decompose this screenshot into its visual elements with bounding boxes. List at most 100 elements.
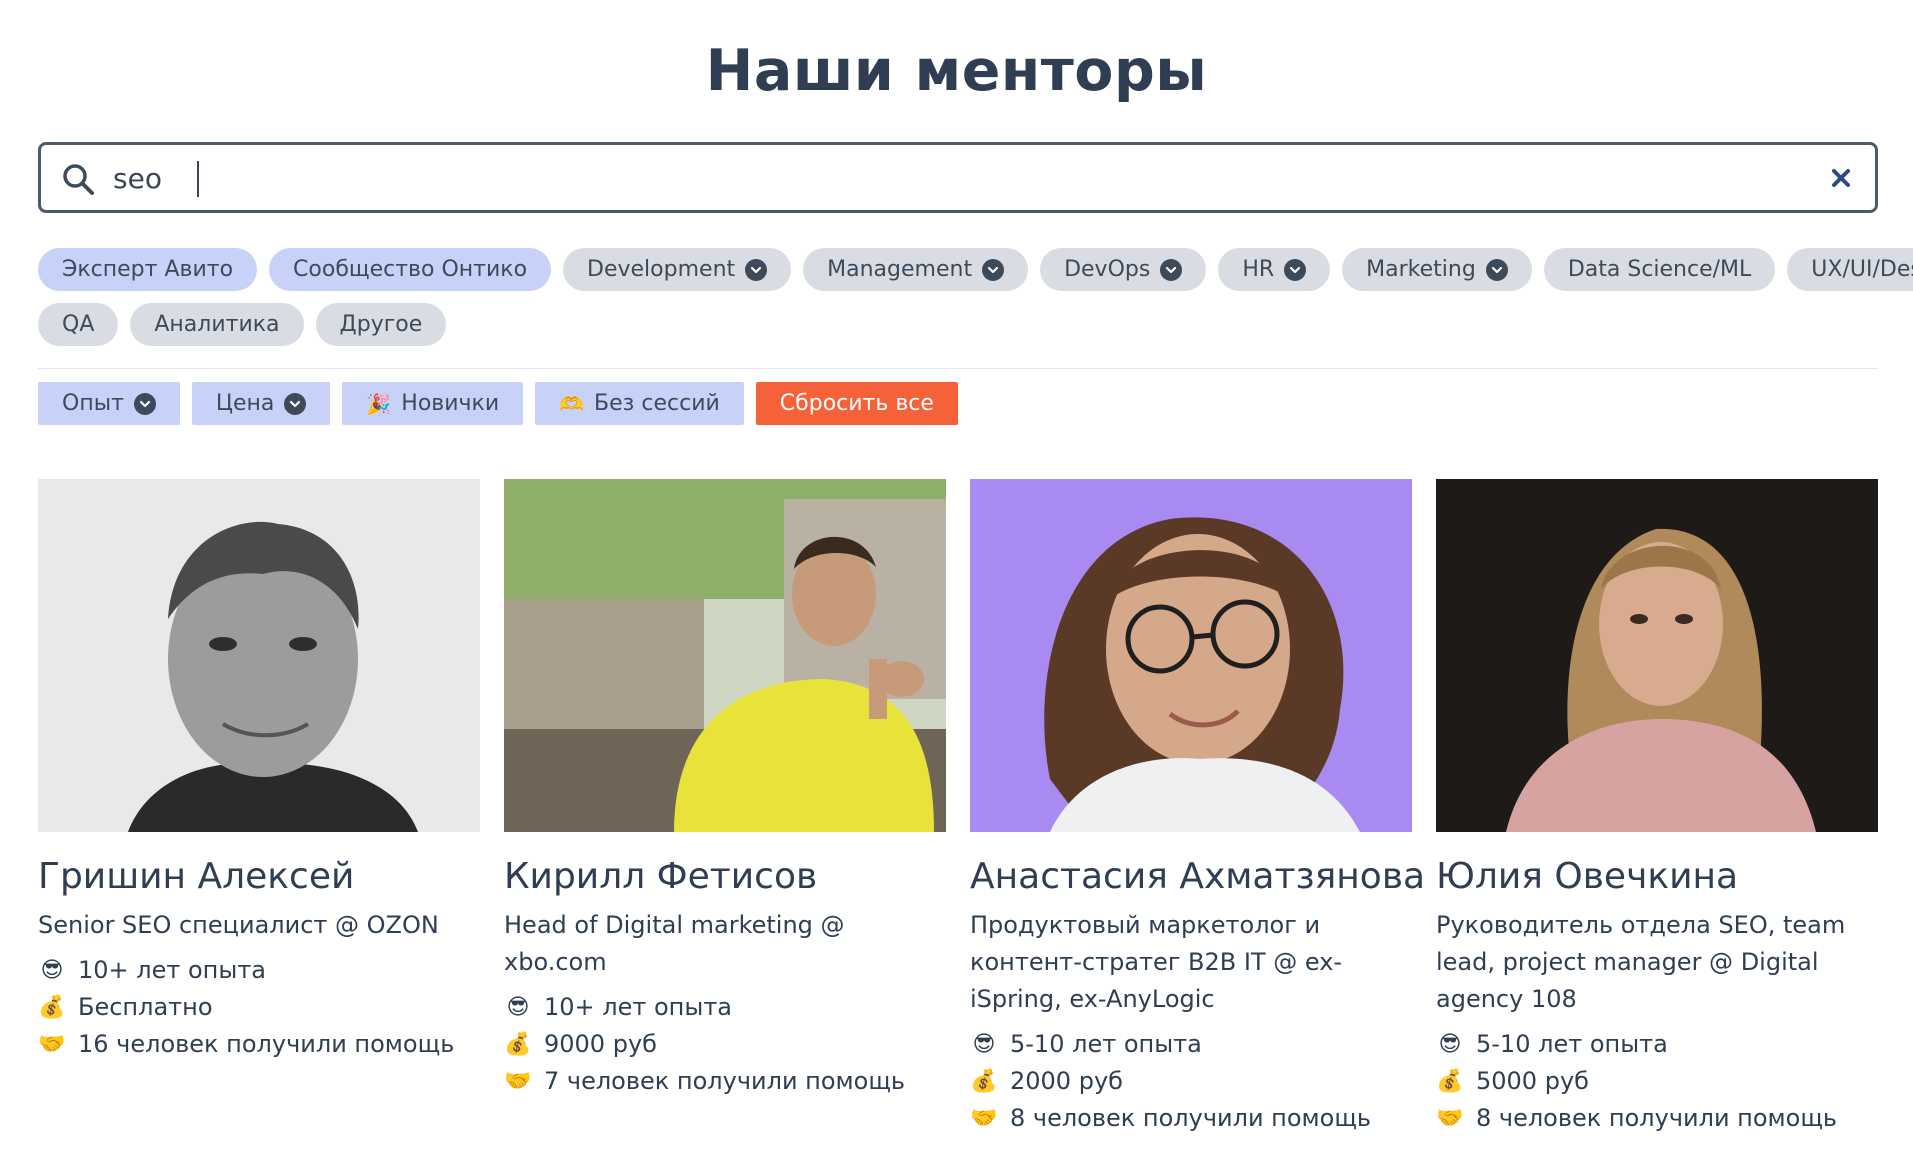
experience-stat: 😎 5-10 лет опыта <box>970 1026 1412 1063</box>
mentor-name[interactable]: Анастасия Ахматзянова <box>970 856 1425 897</box>
cool-face-icon: 😎 <box>506 995 530 1020</box>
handshake-icon: 🤝 <box>504 1069 532 1094</box>
category-tag-label: UX/UI/Design <box>1811 257 1913 282</box>
page-title: Наши менторы <box>705 38 1208 104</box>
category-tag-label: Аналитика <box>154 312 280 337</box>
helped-value: 8 человек получили помощь <box>1010 1104 1372 1132</box>
experience-value: 10+ лет опыта <box>544 993 733 1021</box>
mentor-role: Продуктовый маркетолог и контент-стратег… <box>970 911 1343 1013</box>
price-value: 9000 руб <box>544 1030 657 1058</box>
helped-stat: 🤝 7 человек получили помощь <box>504 1063 946 1100</box>
price-stat: 💰 9000 руб <box>504 1026 946 1063</box>
category-tag-label: Другое <box>339 312 423 337</box>
experience-value: 5-10 лет опыта <box>1476 1030 1668 1058</box>
price-value: 2000 руб <box>1010 1067 1123 1095</box>
helped-value: 8 человек получили помощь <box>1476 1104 1838 1132</box>
divider <box>38 368 1878 369</box>
chevron-down-icon <box>1160 258 1183 281</box>
category-tag[interactable]: HR <box>1218 248 1331 291</box>
experience-stat: 😎 10+ лет опыта <box>504 989 946 1026</box>
category-tag[interactable]: QA <box>38 303 119 346</box>
chevron-down-icon <box>1284 258 1307 281</box>
reset-filters-button[interactable]: Сбросить все <box>755 382 958 425</box>
money-bag-icon: 💰 <box>1436 1069 1464 1094</box>
mentor-photo[interactable] <box>970 479 1412 832</box>
helped-stat: 🤝 8 человек получили помощь <box>970 1100 1412 1137</box>
mentor-name[interactable]: Кирилл Фетисов <box>504 856 946 897</box>
price-value: Бесплатно <box>78 993 213 1021</box>
category-tag-label: QA <box>62 312 95 337</box>
cool-face-icon: 😎 <box>1438 1032 1462 1057</box>
mentor-stats: 😎 10+ лет опыта 💰 Бесплатно 🤝 16 человек по… <box>38 952 480 1063</box>
mentor-photo[interactable] <box>504 479 946 832</box>
money-bag-icon: 💰 <box>970 1069 998 1094</box>
experience-stat: 😎 5-10 лет опыта <box>1436 1026 1878 1063</box>
mentor-stats: 😎 5-10 лет опыта 💰 5000 руб 🤝 8 человек пол… <box>1436 1026 1878 1137</box>
category-tag[interactable]: Другое <box>315 303 447 346</box>
price-filter-label: Цена <box>215 391 275 416</box>
category-tag-label: DevOps <box>1064 257 1151 282</box>
category-tag[interactable]: Сообщество Онтико <box>269 248 552 291</box>
cool-face-icon: 😎 <box>972 1032 996 1057</box>
mentor-card[interactable]: Юлия Овечкина Руководитель отдела SEO, t… <box>1436 479 1878 1137</box>
chevron-down-icon <box>745 258 768 281</box>
mentor-name[interactable]: Юлия Овечкина <box>1436 856 1878 897</box>
mentor-name[interactable]: Гришин Алексей <box>38 856 480 897</box>
chevron-down-icon <box>1485 258 1508 281</box>
search-box[interactable] <box>38 142 1878 213</box>
mentor-list: Гришин Алексей Senior SEO специалист @ O… <box>38 479 1878 1137</box>
close-icon[interactable] <box>1827 164 1855 192</box>
category-tag-label: Сообщество Онтико <box>293 257 528 282</box>
mentor-photo[interactable] <box>38 479 480 832</box>
newcomers-filter-button[interactable]: 🎉 Новички <box>342 382 524 425</box>
mentor-role: Руководитель отдела SEO, team lead, proj… <box>1436 911 1846 1013</box>
text-caret <box>197 161 199 197</box>
party-icon: 🎉 <box>366 391 392 416</box>
mentor-card[interactable]: Анастасия Ахматзянова Продуктовый маркет… <box>970 479 1425 1137</box>
category-tag[interactable]: Development <box>563 248 792 291</box>
handshake-icon: 🤝 <box>1436 1106 1464 1131</box>
price-stat: 💰 Бесплатно <box>38 989 480 1026</box>
experience-filter-button[interactable]: Опыт <box>38 382 180 425</box>
experience-stat: 😎 10+ лет опыта <box>38 952 480 989</box>
category-tag-label: Эксперт Авито <box>62 257 234 282</box>
search-icon <box>63 164 94 195</box>
handshake-icon: 🤝 <box>38 1032 66 1057</box>
price-value: 5000 руб <box>1476 1067 1589 1095</box>
category-tag[interactable]: UX/UI/Design <box>1787 248 1913 291</box>
category-tag[interactable]: Management <box>803 248 1029 291</box>
heart-hands-icon: 🫶 <box>559 391 585 416</box>
category-tags-row-2: QA Аналитика Другое <box>38 303 447 346</box>
price-stat: 💰 5000 руб <box>1436 1063 1878 1100</box>
chevron-down-icon <box>982 258 1005 281</box>
cool-face-icon: 😎 <box>40 958 64 983</box>
mentor-photo[interactable] <box>1436 479 1878 832</box>
handshake-icon: 🤝 <box>970 1106 998 1131</box>
helped-stat: 🤝 16 человек получили помощь <box>38 1026 480 1063</box>
category-tag[interactable]: Data Science/ML <box>1543 248 1776 291</box>
experience-value: 10+ лет опыта <box>78 956 267 984</box>
mentor-card[interactable]: Гришин Алексей Senior SEO специалист @ O… <box>38 479 480 1137</box>
price-stat: 💰 2000 руб <box>970 1063 1412 1100</box>
search-input[interactable] <box>113 157 1753 199</box>
helped-stat: 🤝 8 человек получили помощь <box>1436 1100 1878 1137</box>
category-tags-row-1: Эксперт Авито Сообщество Онтико Developmen… <box>38 248 1913 291</box>
experience-value: 5-10 лет опыта <box>1010 1030 1202 1058</box>
filter-bar: Опыт Цена 🎉 Новички 🫶 Без сессий Сбросит… <box>38 382 958 425</box>
chevron-down-icon <box>133 392 156 415</box>
category-tag[interactable]: DevOps <box>1040 248 1207 291</box>
category-tag[interactable]: Эксперт Авито <box>38 248 258 291</box>
mentor-role: Head of Digital marketing @ xbo.com <box>504 911 845 976</box>
mentor-stats: 😎 5-10 лет опыта 💰 2000 руб 🤝 8 человек пол… <box>970 1026 1412 1137</box>
price-filter-button[interactable]: Цена <box>191 382 331 425</box>
category-tag[interactable]: Аналитика <box>130 303 304 346</box>
mentor-card[interactable]: Кирилл Фетисов Head of Digital marketing… <box>504 479 946 1137</box>
money-bag-icon: 💰 <box>504 1032 532 1057</box>
category-tag-label: Development <box>587 257 736 282</box>
chevron-down-icon <box>284 392 307 415</box>
money-bag-icon: 💰 <box>38 995 66 1020</box>
category-tag-label: Marketing <box>1366 257 1476 282</box>
mentor-role: Senior SEO специалист @ OZON <box>38 911 439 939</box>
category-tag[interactable]: Marketing <box>1342 248 1532 291</box>
no-sessions-filter-button[interactable]: 🫶 Без сессий <box>535 382 744 425</box>
